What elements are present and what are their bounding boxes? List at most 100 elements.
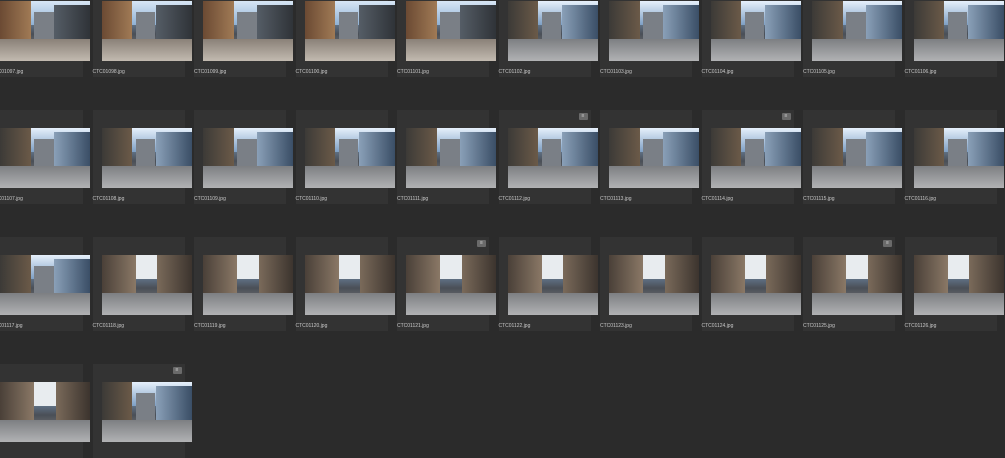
thumbnail-bldg-c bbox=[440, 138, 460, 167]
thumbnail-cell[interactable]: CTC01105.jpg bbox=[803, 0, 902, 77]
thumbnail-bldg-r bbox=[55, 382, 90, 426]
thumbnail-image[interactable] bbox=[710, 255, 801, 315]
thumbnail-cell[interactable]: CTC01117.jpg bbox=[0, 237, 90, 331]
thumbnail-image[interactable] bbox=[0, 382, 90, 442]
thumbnail-image[interactable] bbox=[101, 1, 192, 61]
thumbnail-cell[interactable]: CTC01119.jpg bbox=[194, 237, 293, 331]
thumbnail-image[interactable] bbox=[812, 255, 902, 315]
thumbnail-cell[interactable]: CTC01110.jpg bbox=[295, 110, 395, 204]
thumbnail-image[interactable] bbox=[0, 255, 90, 315]
thumbnail-bldg-r bbox=[461, 255, 496, 299]
thumbnail-road bbox=[0, 293, 90, 315]
thumbnail-bldg-c bbox=[237, 138, 257, 167]
thumbnail-cell[interactable]: ≡ CTC01114.jpg bbox=[701, 110, 801, 204]
thumbnail-image[interactable] bbox=[609, 255, 699, 315]
thumbnail-filename: CTC01121.jpg bbox=[397, 323, 429, 329]
thumbnail-image[interactable] bbox=[710, 1, 801, 61]
thumbnail-road bbox=[609, 39, 699, 61]
thumbnail-bldg-r bbox=[664, 255, 699, 299]
thumbnail-bldg-r bbox=[358, 131, 395, 168]
thumbnail-road bbox=[406, 39, 496, 61]
thumbnail-bldg-l bbox=[0, 128, 31, 170]
thumbnail-image[interactable] bbox=[101, 255, 192, 315]
thumbnail-image[interactable] bbox=[203, 128, 293, 188]
thumbnail-image[interactable] bbox=[203, 1, 293, 61]
thumbnail-cell[interactable]: CTC01116.jpg bbox=[904, 110, 1004, 204]
thumbnail-sky bbox=[133, 255, 160, 279]
thumbnail-cell[interactable]: CTC01115.jpg bbox=[803, 110, 902, 204]
thumbnail-cell[interactable]: CTC01097.jpg bbox=[0, 0, 90, 77]
thumbnail-cell[interactable]: CTC01104.jpg bbox=[701, 0, 801, 77]
thumbnail-bldg-c bbox=[643, 138, 663, 167]
thumbnail-bldg-r bbox=[155, 4, 192, 41]
thumbnail-bldg-l bbox=[101, 128, 133, 170]
edit-badge-icon[interactable]: ≡ bbox=[781, 113, 791, 120]
thumbnail-image[interactable] bbox=[406, 1, 496, 61]
thumbnail-road bbox=[406, 293, 496, 315]
thumbnail-cell[interactable]: CTC01113.jpg bbox=[600, 110, 699, 204]
thumbnail-image[interactable] bbox=[812, 1, 902, 61]
thumbnail-image[interactable] bbox=[507, 128, 598, 188]
thumbnail-cell[interactable]: CTC01103.jpg bbox=[600, 0, 699, 77]
thumbnail-filename: CTC01124.jpg bbox=[701, 323, 734, 329]
thumbnail-image[interactable] bbox=[101, 382, 192, 442]
thumbnail-image[interactable] bbox=[101, 128, 192, 188]
thumbnail-image[interactable] bbox=[507, 1, 598, 61]
thumbnail-road bbox=[101, 166, 192, 188]
thumbnail-image[interactable] bbox=[710, 128, 801, 188]
thumbnail-image[interactable] bbox=[0, 128, 90, 188]
thumbnail-cell[interactable]: ≡ bbox=[92, 364, 192, 458]
thumbnail-cell[interactable]: CTC01109.jpg bbox=[194, 110, 293, 204]
thumbnail-cell[interactable]: CTC01123.jpg bbox=[600, 237, 699, 331]
thumbnail-bldg-l bbox=[203, 128, 234, 170]
edit-badge-icon[interactable]: ≡ bbox=[883, 240, 892, 247]
thumbnail-road bbox=[406, 166, 496, 188]
thumbnail-road bbox=[710, 39, 801, 61]
edit-badge-icon[interactable]: ≡ bbox=[477, 240, 486, 247]
thumbnail-image[interactable] bbox=[913, 255, 1004, 315]
thumbnail-filename: CTC01116.jpg bbox=[904, 196, 937, 202]
thumbnail-image[interactable] bbox=[913, 128, 1004, 188]
thumbnail-image[interactable] bbox=[406, 128, 496, 188]
thumbnail-cell[interactable]: ≡ CTC01121.jpg bbox=[397, 237, 496, 331]
thumbnail-image[interactable] bbox=[203, 255, 293, 315]
thumbnail-cell[interactable]: CTC01098.jpg bbox=[92, 0, 192, 77]
thumbnail-cell[interactable]: CTC01106.jpg bbox=[904, 0, 1004, 77]
thumbnail-cell[interactable]: CTC01122.jpg bbox=[498, 237, 598, 331]
thumbnail-cell[interactable] bbox=[0, 364, 90, 458]
thumbnail-filename: CTC01105.jpg bbox=[803, 69, 835, 75]
thumbnail-cell[interactable]: CTC01102.jpg bbox=[498, 0, 598, 77]
thumbnail-road bbox=[710, 166, 801, 188]
thumbnail-road bbox=[0, 166, 90, 188]
edit-badge-icon[interactable]: ≡ bbox=[172, 367, 182, 374]
thumbnail-cell[interactable]: CTC01099.jpg bbox=[194, 0, 293, 77]
thumbnail-image[interactable] bbox=[812, 128, 902, 188]
thumbnail-sky bbox=[945, 255, 972, 279]
thumbnail-bldg-c bbox=[338, 138, 359, 167]
thumbnail-cell[interactable]: CTC01120.jpg bbox=[295, 237, 395, 331]
thumbnail-bldg-l bbox=[101, 1, 133, 43]
thumbnail-image[interactable] bbox=[913, 1, 1004, 61]
thumbnail-cell[interactable]: ≡ CTC01125.jpg bbox=[803, 237, 902, 331]
thumbnail-image[interactable] bbox=[304, 1, 395, 61]
thumbnail-image[interactable] bbox=[609, 1, 699, 61]
thumbnail-image[interactable] bbox=[609, 128, 699, 188]
thumbnail-road bbox=[101, 420, 192, 442]
thumbnail-cell[interactable]: CTC01108.jpg bbox=[92, 110, 192, 204]
thumbnail-cell[interactable]: CTC01100.jpg bbox=[295, 0, 395, 77]
edit-badge-icon[interactable]: ≡ bbox=[578, 113, 588, 120]
thumbnail-cell[interactable]: CTC01124.jpg bbox=[701, 237, 801, 331]
thumbnail-cell[interactable]: CTC01111.jpg bbox=[397, 110, 496, 204]
thumbnail-image[interactable] bbox=[304, 255, 395, 315]
thumbnail-cell[interactable]: CTC01107.jpg bbox=[0, 110, 90, 204]
thumbnail-bldg-c bbox=[338, 11, 359, 40]
thumbnail-image[interactable] bbox=[507, 255, 598, 315]
thumbnail-image[interactable] bbox=[304, 128, 395, 188]
thumbnail-cell[interactable]: CTC01126.jpg bbox=[904, 237, 1004, 331]
thumbnail-cell[interactable]: CTC01101.jpg bbox=[397, 0, 496, 77]
thumbnail-cell[interactable]: ≡ CTC01112.jpg bbox=[498, 110, 598, 204]
thumbnail-image[interactable] bbox=[406, 255, 496, 315]
thumbnail-bldg-r bbox=[257, 4, 293, 41]
thumbnail-cell[interactable]: CTC01118.jpg bbox=[92, 237, 192, 331]
thumbnail-image[interactable] bbox=[0, 1, 90, 61]
